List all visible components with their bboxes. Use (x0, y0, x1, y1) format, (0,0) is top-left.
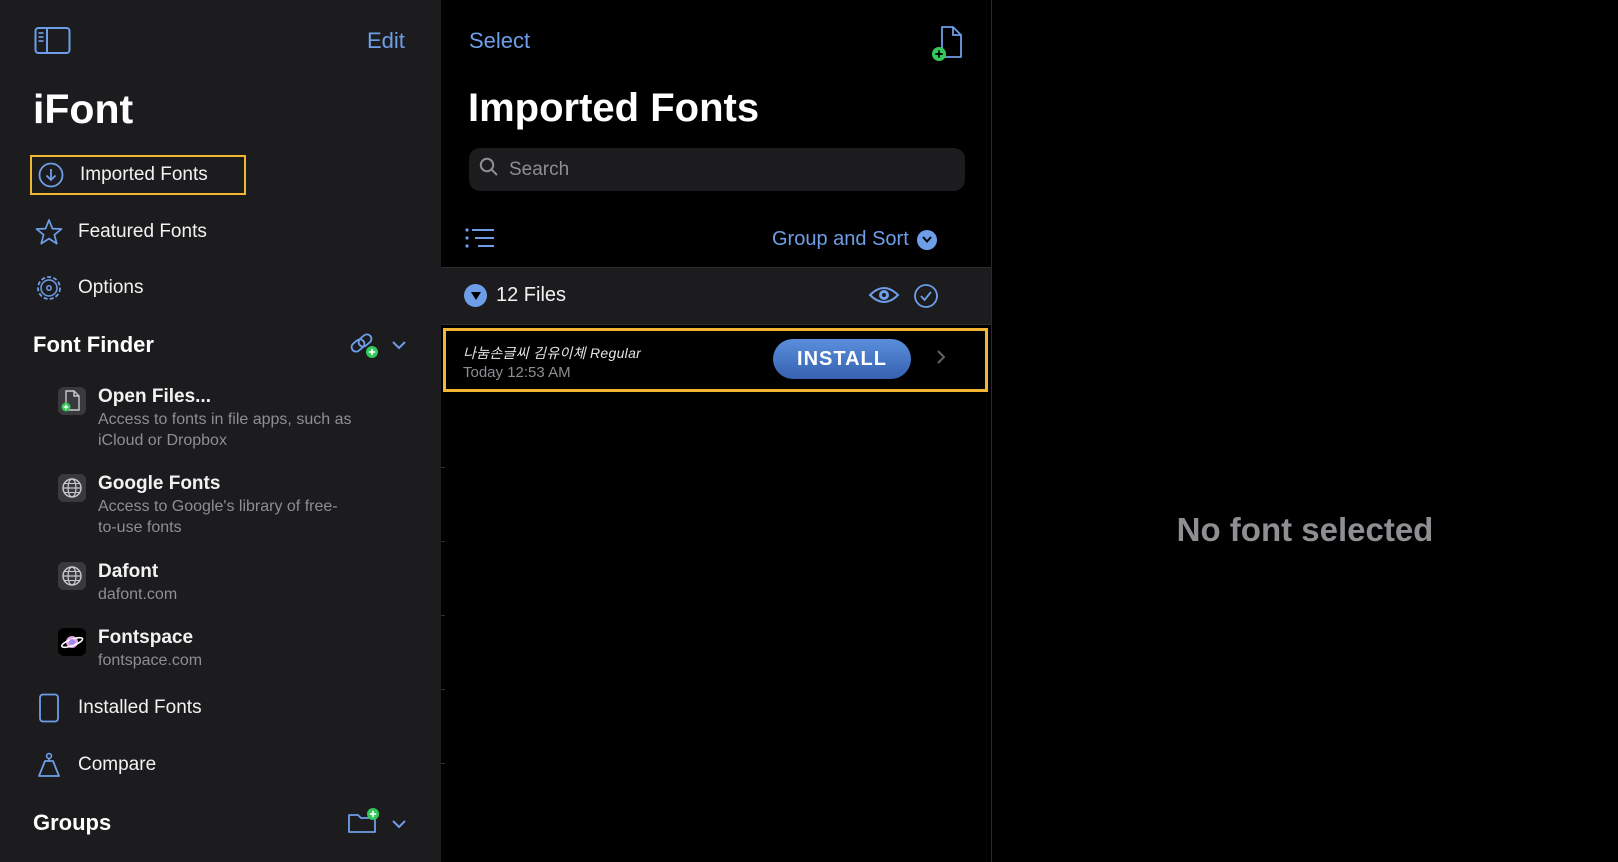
group-and-sort-label: Group and Sort (772, 228, 909, 250)
download-circle-icon (34, 158, 68, 192)
sidebar: Edit iFont Imported Fonts Featured Fonts… (0, 0, 441, 862)
sidebar-item-imported-fonts[interactable]: Imported Fonts (30, 155, 246, 195)
gear-icon (32, 271, 66, 305)
font-name: 나눔손글씨 김유이체 Regular (463, 345, 642, 361)
groups-title: Groups (33, 810, 112, 835)
finder-item-desc: Access to Google's library of free-to-us… (98, 498, 338, 536)
font-list-item[interactable]: 나눔손글씨 김유이체 Regular Today 12:53 AM INSTAL… (443, 328, 988, 392)
divider (441, 615, 445, 616)
files-count: 12 Files (496, 284, 567, 306)
app-title: iFont (33, 86, 134, 132)
globe-icon (58, 562, 86, 590)
font-list-panel: Select Imported Fonts Group and Sort 12 … (441, 0, 991, 862)
edit-button[interactable]: Edit (367, 28, 405, 54)
divider (441, 541, 445, 542)
star-icon (32, 215, 66, 249)
sidebar-item-options[interactable]: Options (30, 268, 246, 308)
font-finder-title: Font Finder (33, 332, 154, 357)
add-file-icon (58, 387, 86, 415)
divider (441, 467, 445, 468)
collapse-triangle-icon[interactable] (464, 284, 487, 307)
chevron-down-icon[interactable] (391, 817, 407, 835)
sidebar-item-label: Options (78, 277, 144, 298)
add-link-icon[interactable] (349, 332, 379, 365)
finder-item-name: Fontspace (98, 627, 194, 648)
tablet-icon (32, 691, 66, 725)
sidebar-item-label: Installed Fonts (78, 697, 202, 718)
chevron-down-icon (916, 229, 937, 250)
search-input[interactable] (507, 157, 951, 182)
finder-item-name: Google Fonts (98, 473, 221, 494)
sidebar-item-label: Imported Fonts (80, 164, 208, 185)
search-icon (479, 157, 499, 182)
page-title: Imported Fonts (468, 86, 760, 130)
list-icon[interactable] (464, 226, 496, 254)
finder-item-desc: dafont.com (98, 586, 178, 603)
group-and-sort-button[interactable]: Group and Sort (772, 228, 937, 251)
add-file-icon[interactable] (929, 24, 965, 62)
planet-icon (58, 628, 86, 656)
eye-icon[interactable] (868, 283, 900, 312)
empty-state-text: No font selected (1176, 511, 1434, 548)
install-button[interactable]: INSTALL (773, 339, 911, 379)
search-bar (469, 148, 965, 191)
finder-item-name: Dafont (98, 561, 159, 582)
chevron-down-icon[interactable] (391, 338, 407, 356)
sidebar-item-label: Compare (78, 754, 157, 775)
finder-item-fontspace[interactable]: Fontspace fontspace.com (58, 626, 398, 671)
sidebar-item-compare[interactable]: Compare (30, 745, 246, 785)
finder-item-google-fonts[interactable]: Google Fonts Access to Google's library … (58, 472, 398, 538)
finder-item-dafont[interactable]: Dafont dafont.com (58, 560, 398, 605)
finder-item-open-files[interactable]: Open Files... Access to fonts in file ap… (58, 385, 398, 451)
finder-item-desc: fontspace.com (98, 652, 203, 669)
globe-icon (58, 474, 86, 502)
files-header: 12 Files (441, 267, 991, 325)
select-button[interactable]: Select (469, 28, 530, 54)
finder-item-name: Open Files... (98, 386, 211, 407)
sidebar-item-featured-fonts[interactable]: Featured Fonts (30, 212, 246, 252)
divider (441, 689, 445, 690)
detail-panel: No font selected (992, 0, 1618, 862)
sidebar-toggle-icon[interactable] (34, 26, 72, 56)
font-date: Today 12:53 AM (463, 364, 571, 381)
finder-item-desc: Access to fonts in file apps, such as iC… (98, 411, 352, 449)
checkmark-circle-icon[interactable] (913, 283, 939, 314)
divider (441, 763, 445, 764)
chevron-right-icon[interactable] (936, 349, 946, 370)
sidebar-item-installed-fonts[interactable]: Installed Fonts (30, 688, 246, 728)
scale-icon (32, 748, 66, 782)
sidebar-item-label: Featured Fonts (78, 221, 207, 242)
add-folder-icon[interactable] (347, 807, 381, 840)
